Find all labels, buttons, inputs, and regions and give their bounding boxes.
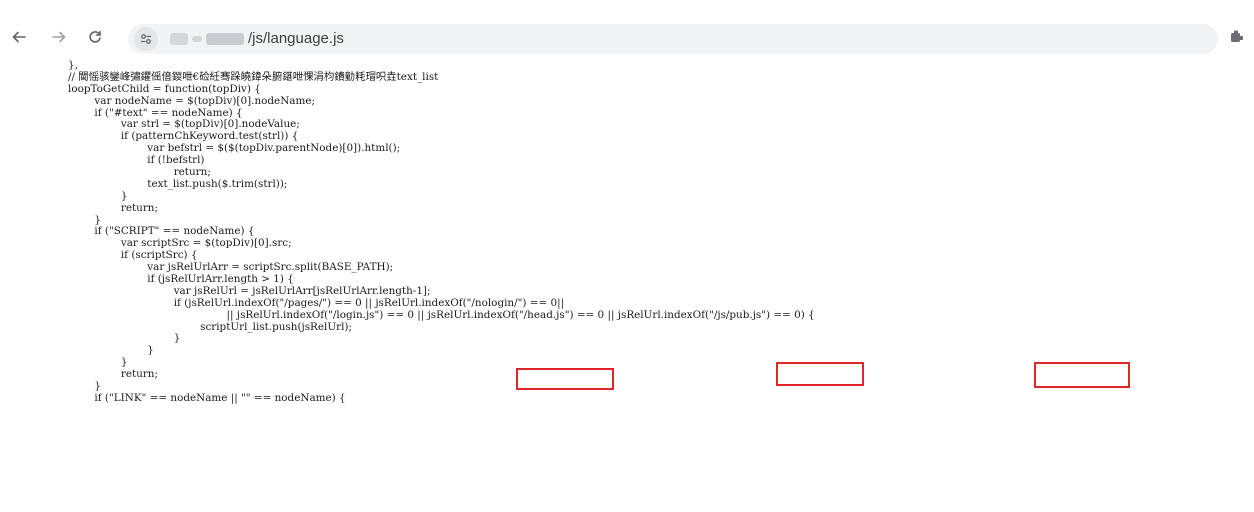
address-path: /js/language.js bbox=[248, 30, 344, 47]
code-line: } bbox=[68, 332, 181, 345]
redacted-url-segment bbox=[206, 33, 244, 45]
browser-toolbar: /js/language.js bbox=[0, 0, 1254, 58]
code-line: || jsRelUrl.indexOf("/login.js") == 0 ||… bbox=[68, 308, 815, 321]
code-line: } bbox=[68, 189, 128, 202]
source-code: },// 閫愮骇鑾峰彇鑺傜偣鍐呭€硷紝骞跺皢鍏朵腑鍖呭惈涓枃鐨勭粍瑁呮垚text… bbox=[68, 59, 815, 405]
redacted-url-segment bbox=[192, 36, 202, 42]
redacted-url-segment bbox=[170, 33, 188, 45]
code-line: scriptUrl_list.push(jsRelUrl); bbox=[68, 320, 352, 333]
code-line: // 閫愮骇鑾峰彇鑺傜偣鍐呭€硷紝骞跺皢鍏朵腑鍖呭惈涓枃鐨勭粍瑁呮垚text_l… bbox=[68, 70, 439, 83]
back-button[interactable] bbox=[8, 26, 30, 48]
code-line: if ("LINK" == nodeName || "" == nodeName… bbox=[68, 391, 346, 404]
site-info-button[interactable] bbox=[134, 27, 158, 51]
code-line: var nodeName = $(topDiv)[0].nodeName; bbox=[68, 94, 315, 107]
code-line: } bbox=[68, 344, 154, 357]
tune-icon bbox=[141, 34, 151, 44]
arrow-right-icon bbox=[52, 31, 66, 43]
code-line: loopToGetChild = function(topDiv) { bbox=[68, 82, 261, 95]
reload-icon bbox=[89, 30, 101, 43]
reload-button[interactable] bbox=[84, 26, 106, 48]
highlight-box-pub-js bbox=[1034, 362, 1130, 388]
arrow-left-icon bbox=[12, 31, 26, 43]
extension-icon[interactable] bbox=[1230, 30, 1244, 44]
address-bar[interactable]: /js/language.js bbox=[128, 24, 1218, 54]
code-line: } bbox=[68, 356, 128, 369]
code-line: return; bbox=[68, 368, 158, 381]
code-line: return; bbox=[68, 201, 158, 214]
code-line: text_list.push($.trim(strl)); bbox=[68, 177, 288, 190]
forward-button[interactable] bbox=[48, 26, 70, 48]
code-line: if (jsRelUrl.indexOf("/pages/") == 0 || … bbox=[68, 296, 565, 309]
